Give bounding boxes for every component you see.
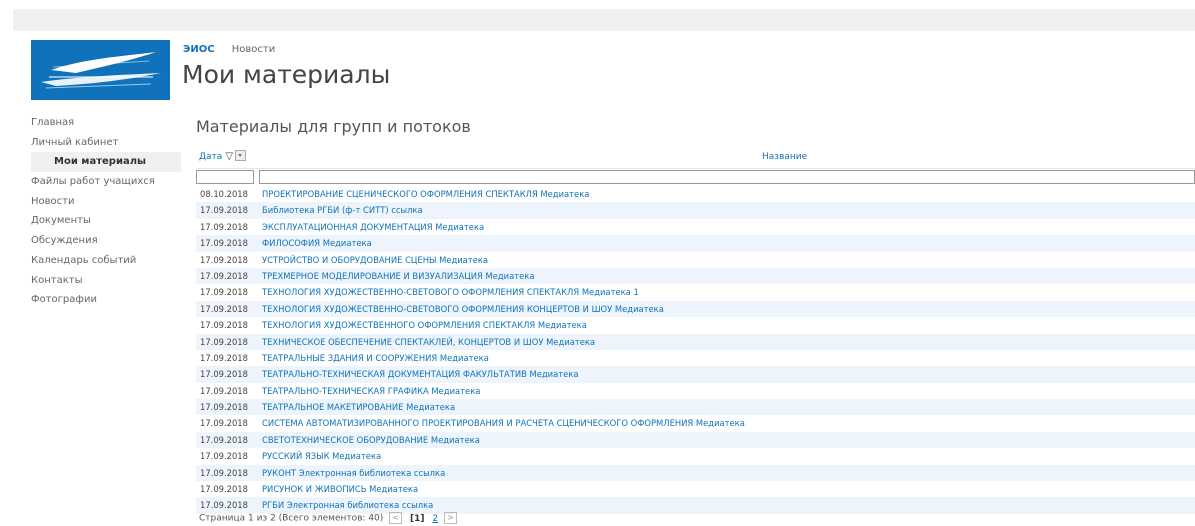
breadcrumb: ЭИОС Новости <box>183 44 275 55</box>
row-date: 17.09.2018 <box>200 205 248 216</box>
pager-prev-icon[interactable]: < <box>389 512 403 524</box>
row-date: 17.09.2018 <box>200 303 248 314</box>
row-date: 17.09.2018 <box>200 287 248 298</box>
table-row: 17.09.2018 УСТРОЙСТВО И ОБОРУДОВАНИЕ СЦЕН… <box>196 252 1195 268</box>
row-date: 17.09.2018 <box>200 434 248 445</box>
table-row: 17.09.2018 ФИЛОСОФИЯ Медиатека <box>196 235 1195 252</box>
row-material-link[interactable]: ТЕХНОЛОГИЯ ХУДОЖЕСТВЕННОГО ОФОРМЛЕНИЯ СП… <box>262 317 587 333</box>
table-row: 17.09.2018 ТЕАТРАЛЬНОЕ МАКЕТИРОВАНИЕ Меди… <box>196 399 1195 416</box>
name-filter-input[interactable] <box>259 170 1195 184</box>
pager-page-2-link[interactable]: 2 <box>432 514 438 524</box>
row-date: 17.09.2018 <box>200 385 248 396</box>
filter-row <box>196 169 1195 185</box>
table-row: 17.09.2018 Библиотека РГБИ (ф-т СИТТ) ссы… <box>196 202 1195 219</box>
pager: Страница 1 из 2 (Всего элементов: 40) < … <box>199 512 458 524</box>
nav-item-photos[interactable]: Фотографии <box>31 290 181 310</box>
row-date: 17.09.2018 <box>200 254 248 265</box>
column-header-name[interactable]: Название <box>762 152 807 162</box>
sort-descending-icon[interactable]: ▽ <box>225 151 233 162</box>
table-row: 17.09.2018 РУССКИЙ ЯЗЫК Медиатека <box>196 448 1195 464</box>
row-material-link[interactable]: ТЕАТРАЛЬНЫЕ ЗДАНИЯ И СООРУЖЕНИЯ Медиатек… <box>262 350 489 366</box>
nav-item-discussions[interactable]: Обсуждения <box>31 231 181 251</box>
table-row: 17.09.2018 ЭКСПЛУАТАЦИОННАЯ ДОКУМЕНТАЦИЯ … <box>196 219 1195 235</box>
table-row: 17.09.2018 РУКОНТ Электронная библиотека … <box>196 464 1195 482</box>
row-date: 17.09.2018 <box>200 336 248 347</box>
row-date: 17.09.2018 <box>200 369 248 380</box>
row-material-link[interactable]: ТЕАТРАЛЬНО-ТЕХНИЧЕСКАЯ ДОКУМЕНТАЦИЯ ФАКУ… <box>262 366 578 382</box>
table-row: 08.10.2018 ПРОЕКТИРОВАНИЕ СЦЕНИЧЕСКОГО ОФ… <box>196 186 1195 202</box>
row-date: 17.09.2018 <box>200 467 248 478</box>
row-material-link[interactable]: РУССКИЙ ЯЗЫК Медиатека <box>262 448 381 464</box>
row-date: 17.09.2018 <box>200 451 248 462</box>
nav-item-calendar[interactable]: Календарь событий <box>31 251 181 271</box>
table-row: 17.09.2018 ТРЕХМЕРНОЕ МОДЕЛИРОВАНИЕ И ВИЗ… <box>196 267 1195 285</box>
row-material-link[interactable]: ПРОЕКТИРОВАНИЕ СЦЕНИЧЕСКОГО ОФОРМЛЕНИЯ С… <box>262 186 589 202</box>
table-row: 17.09.2018 ТЕХНИЧЕСКОЕ ОБЕСПЕЧЕНИЕ СПЕКТА… <box>196 333 1195 350</box>
row-date: 17.09.2018 <box>200 352 248 363</box>
row-material-link[interactable]: ТЕХНИЧЕСКОЕ ОБЕСПЕЧЕНИЕ СПЕКТАКЛЕЙ, КОНЦ… <box>262 334 595 350</box>
pager-next-icon[interactable]: > <box>444 512 458 524</box>
row-date: 08.10.2018 <box>200 189 248 199</box>
row-material-link[interactable]: ТЕАТРАЛЬНО-ТЕХНИЧЕСКАЯ ГРАФИКА Медиатека <box>262 383 480 399</box>
date-filter-input[interactable] <box>196 170 254 184</box>
row-material-link[interactable]: СВЕТОТЕХНИЧЕСКОЕ ОБОРУДОВАНИЕ Медиатека <box>262 432 480 448</box>
page-title: Мои материалы <box>182 60 391 89</box>
row-date: 17.09.2018 <box>200 270 248 281</box>
table-row: 17.09.2018 ТЕХНОЛОГИЯ ХУДОЖЕСТВЕННО-СВЕТО… <box>196 284 1195 300</box>
table-row: 17.09.2018 ТЕАТРАЛЬНЫЕ ЗДАНИЯ И СООРУЖЕНИ… <box>196 350 1195 366</box>
filter-dropdown-icon[interactable] <box>235 150 247 161</box>
table-row: 17.09.2018 ТЕХНОЛОГИЯ ХУДОЖЕСТВЕННО-СВЕТО… <box>196 300 1195 318</box>
row-material-link[interactable]: РУКОНТ Электронная библиотека ссылка <box>262 465 445 481</box>
column-header-date[interactable]: Дата ▽ <box>199 150 247 162</box>
nav-item-home[interactable]: Главная <box>31 113 181 133</box>
row-material-link[interactable]: Библиотека РГБИ (ф-т СИТТ) ссылка <box>262 202 423 218</box>
top-bar <box>0 0 1195 31</box>
row-material-link[interactable]: ТРЕХМЕРНОЕ МОДЕЛИРОВАНИЕ И ВИЗУАЛИЗАЦИЯ … <box>262 268 534 284</box>
nav-item-personal-cabinet[interactable]: Личный кабинет <box>31 133 181 153</box>
row-date: 17.09.2018 <box>200 238 248 249</box>
site-logo[interactable] <box>31 40 170 100</box>
materials-list: 08.10.2018 ПРОЕКТИРОВАНИЕ СЦЕНИЧЕСКОГО ОФ… <box>196 186 1195 514</box>
row-material-link[interactable]: ФИЛОСОФИЯ Медиатека <box>262 235 372 251</box>
table-row: 17.09.2018 СВЕТОТЕХНИЧЕСКОЕ ОБОРУДОВАНИЕ … <box>196 431 1195 449</box>
nav-item-contacts[interactable]: Контакты <box>31 271 181 291</box>
column-header-date-label[interactable]: Дата <box>199 152 222 162</box>
nav-item-documents[interactable]: Документы <box>31 211 181 231</box>
row-material-link[interactable]: ТЕХНОЛОГИЯ ХУДОЖЕСТВЕННО-СВЕТОВОГО ОФОРМ… <box>262 284 639 300</box>
nav-item-news[interactable]: Новости <box>31 192 181 212</box>
row-material-link[interactable]: ЭКСПЛУАТАЦИОННАЯ ДОКУМЕНТАЦИЯ Медиатека <box>262 219 484 235</box>
row-material-link[interactable]: УСТРОЙСТВО И ОБОРУДОВАНИЕ СЦЕНЫ Медиатек… <box>262 252 488 268</box>
row-material-link[interactable]: РИСУНОК И ЖИВОПИСЬ Медиатека <box>262 481 418 497</box>
nav-item-my-materials[interactable]: Мои материалы <box>31 152 181 173</box>
top-ribbon <box>13 9 1195 31</box>
breadcrumb-site-link[interactable]: ЭИОС <box>183 44 215 55</box>
table-row: 17.09.2018 РИСУНОК И ЖИВОПИСЬ Медиатека <box>196 481 1195 497</box>
row-material-link[interactable]: ТЕАТРАЛЬНОЕ МАКЕТИРОВАНИЕ Медиатека <box>262 399 455 415</box>
row-date: 17.09.2018 <box>200 484 248 495</box>
row-material-link[interactable]: СИСТЕМА АВТОМАТИЗИРОВАННОГО ПРОЕКТИРОВАН… <box>262 415 745 431</box>
row-material-link[interactable]: ТЕХНОЛОГИЯ ХУДОЖЕСТВЕННО-СВЕТОВОГО ОФОРМ… <box>262 301 664 317</box>
section-title: Материалы для групп и потоков <box>196 117 471 136</box>
pager-current-page: [1] <box>410 513 425 524</box>
breadcrumb-news-link[interactable]: Новости <box>232 44 275 55</box>
grid-header: Дата ▽ Название <box>196 148 1195 169</box>
row-date: 17.09.2018 <box>200 221 248 232</box>
left-navigation: Главная Личный кабинет Мои материалы Фай… <box>31 113 181 310</box>
table-row: 17.09.2018 ТЕАТРАЛЬНО-ТЕХНИЧЕСКАЯ ГРАФИКА… <box>196 383 1195 399</box>
row-date: 17.09.2018 <box>200 402 248 413</box>
row-date: 17.09.2018 <box>200 418 248 429</box>
nav-item-student-files[interactable]: Файлы работ учащихся <box>31 172 181 192</box>
bird-logo-icon <box>41 52 161 89</box>
row-date: 17.09.2018 <box>200 320 248 331</box>
pager-summary: Страница 1 из 2 (Всего элементов: 40) <box>199 513 384 524</box>
table-row: 17.09.2018 ТЕАТРАЛЬНО-ТЕХНИЧЕСКАЯ ДОКУМЕН… <box>196 366 1195 383</box>
table-row: 17.09.2018 ТЕХНОЛОГИЯ ХУДОЖЕСТВЕННОГО ОФО… <box>196 317 1195 333</box>
table-row: 17.09.2018 СИСТЕМА АВТОМАТИЗИРОВАННОГО ПР… <box>196 415 1195 431</box>
